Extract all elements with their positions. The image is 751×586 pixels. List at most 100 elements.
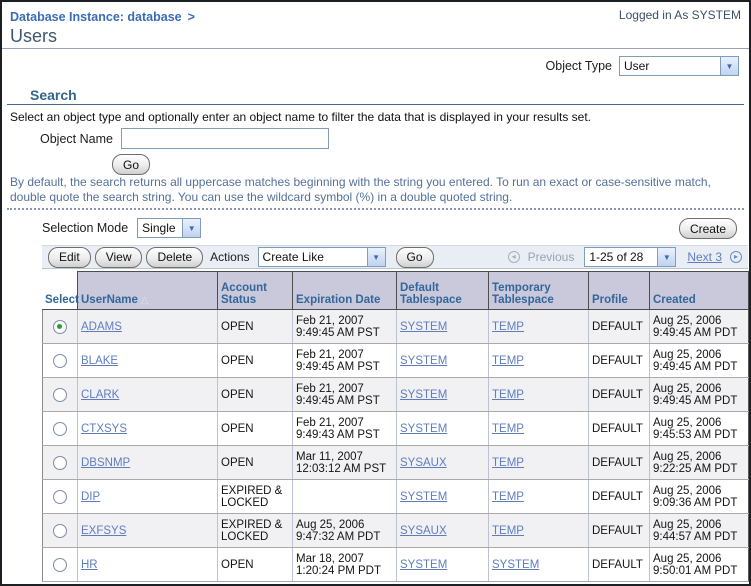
created-cell: Aug 25, 2006 9:49:45 AM PDT: [649, 343, 749, 378]
record-range-select[interactable]: 1-25 of 28 ▼: [584, 247, 677, 267]
default-tablespace-link[interactable]: SYSAUX: [400, 457, 447, 469]
temporary-tablespace-link[interactable]: TEMP: [492, 491, 524, 503]
breadcrumb: Database Instance: database > Logged in A…: [10, 8, 741, 26]
breadcrumb-database-instance-link[interactable]: Database Instance: database: [10, 10, 182, 24]
page-title: Users: [10, 26, 58, 46]
table-row: DIP EXPIRED & LOCKED SYSTEM TEMP DEFAULT…: [42, 479, 749, 514]
username-cell: CLARK: [77, 377, 218, 412]
previous-label: Previous: [527, 250, 575, 264]
selection-mode-select[interactable]: Single ▼: [137, 218, 202, 238]
username-cell: EXFSYS: [77, 513, 218, 548]
default-tablespace-link[interactable]: SYSTEM: [400, 423, 447, 435]
default-tablespace-link[interactable]: SYSTEM: [400, 321, 447, 333]
object-type-select[interactable]: User ▼: [619, 56, 739, 76]
expiration-date-cell: Feb 21, 2007 9:49:43 AM PST: [292, 411, 397, 446]
username-link[interactable]: ADAMS: [81, 321, 122, 333]
default-tablespace-cell: SYSAUX: [396, 513, 489, 548]
column-header-username[interactable]: UserName △: [77, 271, 218, 310]
row-select-radio[interactable]: [53, 387, 67, 402]
select-cell: [42, 513, 78, 548]
search-section-title: Search: [30, 87, 77, 103]
username-cell: DIP: [77, 479, 218, 514]
chevron-down-icon[interactable]: ▼: [366, 248, 385, 266]
account-status-cell: EXPIRED & LOCKED: [217, 479, 293, 514]
search-go-button[interactable]: Go: [112, 154, 151, 175]
select-cell: [42, 343, 78, 378]
temporary-tablespace-link[interactable]: SYSTEM: [492, 559, 539, 571]
default-tablespace-link[interactable]: SYSTEM: [400, 559, 447, 571]
default-tablespace-link[interactable]: SYSAUX: [400, 525, 447, 537]
chevron-down-icon[interactable]: ▼: [720, 57, 738, 75]
default-tablespace-link[interactable]: SYSTEM: [400, 389, 447, 401]
default-tablespace-cell: SYSTEM: [396, 309, 489, 344]
temporary-tablespace-link[interactable]: TEMP: [492, 355, 524, 367]
temporary-tablespace-link[interactable]: TEMP: [492, 457, 524, 469]
edit-button[interactable]: Edit: [48, 246, 91, 268]
account-status-cell: OPEN: [217, 445, 293, 480]
column-header-account-status: Account Status: [217, 271, 293, 310]
temporary-tablespace-cell: TEMP: [488, 309, 589, 344]
next-page-link[interactable]: Next 3: [687, 250, 722, 264]
created-cell: Aug 25, 2006 9:50:01 AM PDT: [649, 547, 749, 582]
row-select-radio[interactable]: [53, 353, 67, 368]
expiration-date-cell: Aug 25, 2006 9:47:32 AM PDT: [292, 513, 397, 548]
username-link[interactable]: DIP: [81, 491, 100, 503]
create-button[interactable]: Create: [678, 218, 737, 239]
temporary-tablespace-cell: TEMP: [488, 377, 589, 412]
column-header-created: Created: [649, 271, 749, 310]
column-header-profile: Profile: [588, 271, 650, 310]
username-cell: HR: [77, 547, 218, 582]
temporary-tablespace-cell: TEMP: [488, 513, 589, 548]
delete-button[interactable]: Delete: [146, 246, 204, 268]
chevron-down-icon[interactable]: ▼: [182, 219, 201, 237]
username-link[interactable]: CTXSYS: [81, 423, 127, 435]
actions-go-button[interactable]: Go: [395, 246, 434, 268]
username-link[interactable]: CLARK: [81, 389, 119, 401]
row-select-radio[interactable]: [53, 489, 67, 504]
created-cell: Aug 25, 2006 9:22:25 AM PDT: [649, 445, 749, 480]
column-header-expiration-date: Expiration Date: [292, 271, 397, 310]
title-divider: [2, 48, 749, 49]
default-tablespace-link[interactable]: SYSTEM: [400, 355, 447, 367]
default-tablespace-link[interactable]: SYSTEM: [400, 491, 447, 503]
default-tablespace-cell: SYSTEM: [396, 479, 489, 514]
created-cell: Aug 25, 2006 9:45:53 AM PDT: [649, 411, 749, 446]
view-button[interactable]: View: [94, 246, 143, 268]
row-select-radio[interactable]: [53, 523, 67, 538]
chevron-down-icon[interactable]: ▼: [657, 248, 676, 266]
record-range-value: 1-25 of 28: [589, 250, 644, 264]
temporary-tablespace-link[interactable]: TEMP: [492, 525, 524, 537]
username-link[interactable]: BLAKE: [81, 355, 118, 367]
default-tablespace-cell: SYSTEM: [396, 343, 489, 378]
column-header-select: Select: [42, 271, 79, 310]
table-toolbar: Edit View Delete Actions Create Like ▼ G…: [42, 245, 748, 269]
row-select-radio[interactable]: [53, 421, 67, 436]
select-cell: [42, 411, 78, 446]
object-type-value: User: [624, 59, 650, 73]
created-cell: Aug 25, 2006 9:49:45 AM PDT: [649, 377, 749, 412]
row-select-radio[interactable]: [53, 319, 67, 334]
row-select-radio[interactable]: [53, 455, 67, 470]
temporary-tablespace-link[interactable]: TEMP: [492, 423, 524, 435]
object-name-input[interactable]: [120, 128, 329, 149]
object-name-row: Object Name: [40, 128, 329, 149]
temporary-tablespace-cell: TEMP: [488, 479, 589, 514]
object-name-label: Object Name: [40, 131, 113, 146]
username-link[interactable]: HR: [81, 559, 98, 571]
username-cell: BLAKE: [77, 343, 218, 378]
sort-ascending-icon[interactable]: △: [141, 295, 149, 306]
username-link[interactable]: DBSNMP: [81, 457, 130, 469]
table-row: CTXSYS OPEN Feb 21, 2007 9:49:43 AM PST …: [42, 411, 749, 446]
table-row: DBSNMP OPEN Mar 11, 2007 12:03:12 AM PST…: [42, 445, 749, 480]
table-row: CLARK OPEN Feb 21, 2007 9:49:45 AM PST S…: [42, 377, 749, 412]
row-select-radio[interactable]: [53, 557, 67, 572]
dotted-divider: [7, 208, 744, 210]
temporary-tablespace-link[interactable]: TEMP: [492, 389, 524, 401]
temporary-tablespace-link[interactable]: TEMP: [492, 321, 524, 333]
next-page-icon[interactable]: ▸: [730, 251, 742, 263]
profile-cell: DEFAULT: [588, 309, 650, 344]
username-link[interactable]: EXFSYS: [81, 525, 126, 537]
account-status-cell: OPEN: [217, 343, 293, 378]
expiration-date-cell: Mar 18, 2007 1:20:24 PM PDT: [292, 547, 397, 582]
actions-select[interactable]: Create Like ▼: [257, 247, 386, 267]
